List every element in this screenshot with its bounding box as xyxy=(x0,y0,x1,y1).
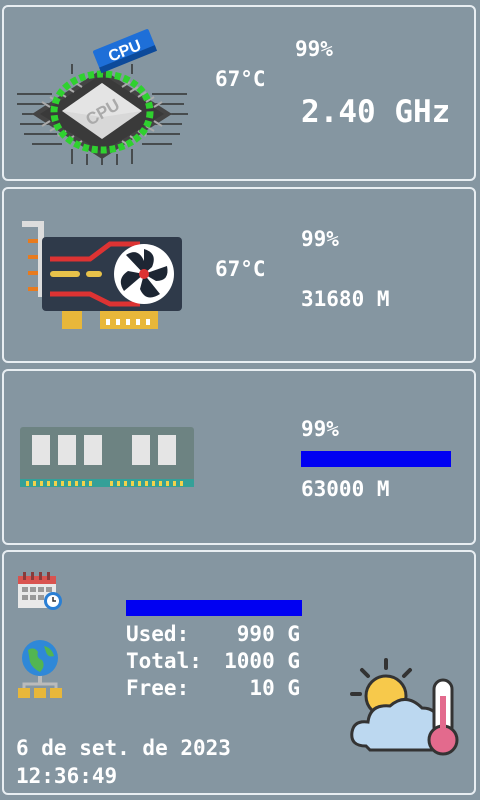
ram-usage-bar xyxy=(301,451,451,467)
gpu-memory: 31680 M xyxy=(301,287,390,311)
disk-used-label: Used: xyxy=(126,622,190,646)
cpu-temperature: 67°C xyxy=(215,67,266,91)
ram-stick-icon xyxy=(20,427,194,487)
cpu-usage: 99% xyxy=(295,37,333,61)
disk-used-value: 990 G xyxy=(236,622,300,646)
ram-amount: 63000 M xyxy=(301,477,390,501)
calendar-clock-icon[interactable] xyxy=(16,570,64,612)
disk-panel: Used: 990 G Total: 1000 G Free: 10 G 6 d… xyxy=(2,550,476,795)
current-date: 6 de set. de 2023 xyxy=(16,736,231,760)
disk-total-label: Total: xyxy=(126,649,202,673)
cpu-chip-icon: CPU CPU xyxy=(17,29,188,165)
network-globe-icon[interactable] xyxy=(16,638,64,704)
weather-thermometer-icon xyxy=(350,658,459,756)
ram-usage: 99% xyxy=(301,417,339,441)
ram-panel: 99% 63000 M xyxy=(2,369,476,545)
current-time: 12:36:49 xyxy=(16,764,118,788)
gpu-panel: 99% 67°C 31680 M xyxy=(2,187,476,363)
gpu-temperature: 67°C xyxy=(215,257,266,281)
gpu-usage: 99% xyxy=(301,227,339,251)
graphics-card-icon xyxy=(22,221,182,329)
disk-free-label: Free: xyxy=(126,676,190,700)
cpu-frequency: 2.40 GHz xyxy=(301,94,451,130)
disk-free-value: 10 G xyxy=(249,676,300,700)
disk-total-value: 1000 G xyxy=(224,649,300,673)
cpu-panel: CPU CPU 99% 67°C 2.40 GHz xyxy=(2,5,476,181)
disk-usage-bar xyxy=(126,600,302,616)
